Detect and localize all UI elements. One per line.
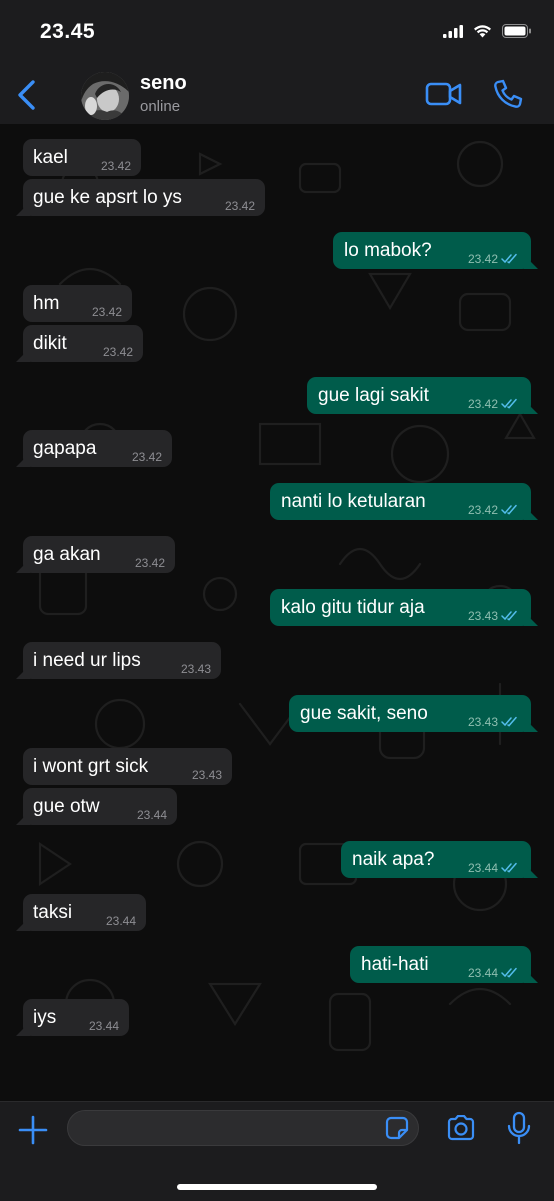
message-incoming[interactable]: kael 23.42	[23, 139, 141, 176]
message-incoming[interactable]: gue otw 23.44	[23, 788, 177, 825]
status-time: 23.45	[40, 20, 96, 43]
message-time: 23.44	[136, 808, 167, 822]
chat-header: seno online	[0, 66, 554, 125]
message-time: 23.42	[131, 450, 162, 464]
input-bar	[0, 1101, 554, 1201]
read-receipt-icon	[501, 716, 517, 727]
message-incoming[interactable]: ga akan 23.42	[23, 536, 175, 573]
message-time: 23.42	[467, 252, 498, 266]
video-call-button[interactable]	[425, 80, 463, 108]
message-time: 23.43	[180, 662, 211, 676]
message-incoming[interactable]: hm 23.42	[23, 285, 132, 322]
message-time: 23.42	[100, 159, 131, 173]
message-time: 23.44	[467, 861, 498, 875]
message-text: ga akan	[33, 544, 101, 565]
message-incoming[interactable]: taksi 23.44	[23, 894, 146, 931]
read-receipt-icon	[501, 862, 517, 873]
camera-button[interactable]	[446, 1115, 476, 1141]
message-text: i need ur lips	[33, 650, 141, 671]
home-indicator	[177, 1184, 377, 1190]
message-text: gue otw	[33, 796, 100, 817]
message-time: 23.43	[467, 715, 498, 729]
message-text: i wont grt sick	[33, 756, 149, 777]
read-receipt-icon	[501, 504, 517, 515]
message-text: iys	[33, 1007, 57, 1028]
message-time: 23.44	[88, 1019, 119, 1033]
wifi-icon	[474, 25, 491, 38]
voice-call-button[interactable]	[492, 78, 524, 110]
message-outgoing[interactable]: kalo gitu tidur aja 23.43	[270, 589, 531, 626]
battery-icon	[502, 24, 531, 38]
avatar[interactable]	[81, 72, 129, 120]
cellular-signal-icon	[443, 24, 463, 38]
message-time: 23.42	[467, 397, 498, 411]
message-text: gue lagi sakit	[318, 385, 429, 406]
message-text: hati-hati	[361, 954, 429, 975]
message-text: gapapa	[33, 438, 97, 459]
message-outgoing[interactable]: nanti lo ketularan 23.42	[270, 483, 531, 520]
message-outgoing[interactable]: gue sakit, seno 23.43	[289, 695, 531, 732]
message-outgoing[interactable]: naik apa? 23.44	[341, 841, 531, 878]
message-time: 23.42	[91, 305, 122, 319]
message-text: nanti lo ketularan	[281, 491, 426, 512]
read-receipt-icon	[501, 610, 517, 621]
message-text: kalo gitu tidur aja	[281, 597, 425, 618]
contact-status: online	[140, 98, 181, 115]
message-incoming[interactable]: gue ke apsrt lo ys 23.42	[23, 179, 265, 216]
microphone-button[interactable]	[506, 1111, 532, 1145]
message-text: taksi	[33, 902, 73, 923]
message-text: lo mabok?	[344, 240, 432, 261]
message-text: gue sakit, seno	[300, 703, 428, 724]
back-button[interactable]	[12, 78, 42, 112]
avatar-photo	[81, 72, 129, 120]
status-bar: 23.45	[0, 0, 554, 66]
message-outgoing[interactable]: lo mabok? 23.42	[333, 232, 531, 269]
message-text: naik apa?	[352, 849, 435, 870]
contact-name[interactable]: seno	[140, 72, 187, 95]
message-text: gue ke apsrt lo ys	[33, 187, 182, 208]
message-incoming[interactable]: gapapa 23.42	[23, 430, 172, 467]
message-incoming[interactable]: i need ur lips 23.43	[23, 642, 221, 679]
message-input[interactable]	[67, 1110, 419, 1146]
status-icons	[443, 24, 532, 38]
message-time: 23.42	[102, 345, 133, 359]
message-text: hm	[33, 293, 60, 314]
message-time: 23.43	[191, 768, 222, 782]
message-time: 23.42	[224, 199, 255, 213]
message-text: kael	[33, 147, 68, 168]
message-incoming[interactable]: iys 23.44	[23, 999, 129, 1036]
read-receipt-icon	[501, 398, 517, 409]
message-text: dikit	[33, 333, 67, 354]
message-time: 23.44	[467, 966, 498, 980]
attach-plus-button[interactable]	[18, 1115, 48, 1145]
message-time: 23.42	[134, 556, 165, 570]
message-time: 23.44	[105, 914, 136, 928]
message-time: 23.42	[467, 503, 498, 517]
message-incoming[interactable]: i wont grt sick 23.43	[23, 748, 232, 785]
message-incoming[interactable]: dikit 23.42	[23, 325, 143, 362]
read-receipt-icon	[501, 253, 517, 264]
message-outgoing[interactable]: hati-hati 23.44	[350, 946, 531, 983]
sticker-button[interactable]	[385, 1116, 409, 1140]
message-outgoing[interactable]: gue lagi sakit 23.42	[307, 377, 531, 414]
chat-area[interactable]: kael 23.42 gue ke apsrt lo ys 23.42 lo m…	[0, 124, 554, 1101]
read-receipt-icon	[501, 967, 517, 978]
message-time: 23.43	[467, 609, 498, 623]
